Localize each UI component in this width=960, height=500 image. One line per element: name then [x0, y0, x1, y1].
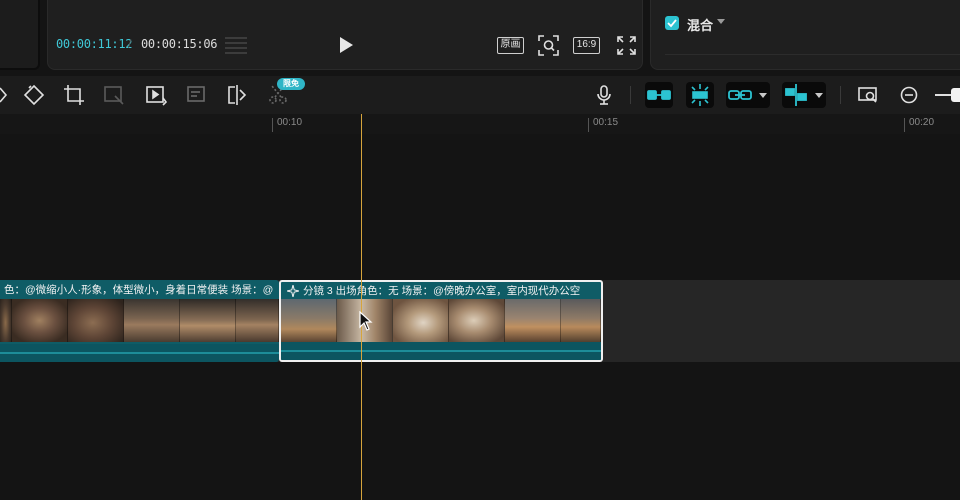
clip-thumbnail	[281, 299, 337, 342]
clip-thumbnail	[12, 299, 68, 342]
zoom-out-icon[interactable]	[898, 84, 920, 106]
ruler-tick	[904, 118, 905, 132]
auto-snap-button[interactable]	[645, 82, 673, 108]
clip-thumbnail	[561, 299, 601, 342]
free-badge: 限免	[277, 78, 305, 90]
toolbar-separator	[840, 86, 841, 104]
timecode-separator: /	[128, 37, 132, 51]
preview-axis-icon	[785, 84, 807, 106]
sparkle-icon	[287, 285, 299, 297]
ruler-label: 00:10	[277, 117, 303, 128]
clip-thumbnail	[236, 299, 279, 342]
check-icon	[667, 19, 677, 28]
link-clips-icon	[647, 90, 671, 100]
toolbar-separator	[630, 86, 631, 104]
playhead[interactable]	[361, 114, 362, 500]
current-timecode: 00:00:11:12	[56, 37, 133, 51]
clip-title: 色：@微缩小人·形象，体型微小，身着日常便装 场景：@	[4, 284, 274, 296]
snap-sparkle-icon	[691, 84, 709, 106]
mouse-cursor-icon	[359, 311, 373, 331]
preview-axis-caret-icon[interactable]	[815, 93, 823, 98]
timeline-preview-icon[interactable]	[857, 84, 879, 106]
clip-title: 分镜 3 出场角色：无 场景：@傍晚办公室，室内现代办公空	[303, 285, 581, 297]
chain-link-icon	[728, 90, 752, 100]
focus-frame-icon[interactable]	[538, 35, 559, 56]
video-clip[interactable]: 色：@微缩小人·形象，体型微小，身着日常便装 场景：@	[0, 280, 279, 362]
clip-thumbnail	[124, 299, 180, 342]
fullscreen-icon[interactable]	[617, 36, 636, 55]
subtitle-tool-icon	[187, 86, 205, 102]
clip-thumbnail	[393, 299, 449, 342]
play-button[interactable]	[337, 35, 355, 55]
mix-checkbox[interactable]	[665, 16, 679, 30]
clip-thumbnail	[449, 299, 505, 342]
rotate-tool-icon[interactable]	[23, 84, 45, 106]
selected-video-clip[interactable]: 分镜 3 出场角色：无 场景：@傍晚办公室，室内现代办公空	[279, 280, 603, 362]
magnet-snap-button[interactable]	[686, 82, 714, 108]
properties-divider	[665, 54, 960, 55]
ruler-label: 00:20	[909, 117, 935, 128]
microphone-icon[interactable]	[593, 84, 615, 106]
linkage-dropdown-caret-icon[interactable]	[759, 93, 767, 98]
mix-dropdown-caret-icon[interactable]	[717, 19, 725, 24]
mirror-tool-icon[interactable]	[226, 84, 248, 106]
play-frame-icon[interactable]	[145, 84, 167, 106]
total-timecode: 00:00:15:06	[141, 37, 218, 51]
audio-waveform	[281, 342, 601, 360]
clip-thumbnail	[505, 299, 561, 342]
clip-thumbnail	[180, 299, 236, 342]
ruler-tick	[588, 118, 589, 132]
aspect-ratio-button[interactable]: 16:9	[573, 37, 600, 54]
zoom-slider-handle[interactable]	[951, 88, 960, 102]
timecode-list-icon[interactable]	[225, 36, 247, 54]
left-panel-edge	[0, 0, 40, 70]
clip-thumbnails	[0, 299, 279, 342]
properties-panel	[650, 0, 960, 70]
crop-tool-icon[interactable]	[63, 84, 85, 106]
clip-thumbnails	[281, 299, 601, 342]
time-ruler[interactable]	[0, 114, 960, 134]
audio-waveform	[0, 344, 279, 362]
mix-label: 混合	[687, 18, 714, 33]
split-tool-icon[interactable]	[0, 84, 14, 106]
original-quality-button[interactable]: 原画	[497, 37, 524, 54]
freeze-frame-icon	[104, 86, 124, 105]
ruler-label: 00:15	[593, 117, 619, 128]
clip-thumbnail	[0, 299, 12, 342]
clip-thumbnail	[68, 299, 124, 342]
ruler-tick	[272, 118, 273, 132]
